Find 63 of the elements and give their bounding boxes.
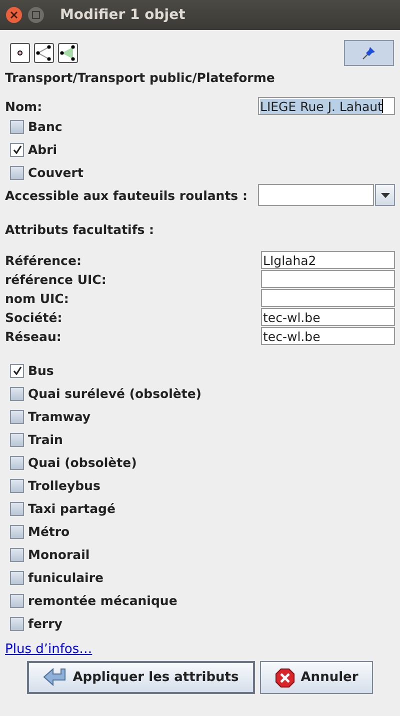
node-icon[interactable] [10, 43, 30, 63]
checkbox-label: ferry [28, 616, 62, 631]
name-field[interactable]: LIEGE Rue J. Lahaut [258, 97, 395, 115]
close-button[interactable] [6, 7, 22, 23]
checkbox-label: Monorail [28, 547, 90, 562]
checkbox[interactable] [10, 456, 24, 470]
checkbox-label: Bus [28, 363, 54, 378]
close-icon [10, 11, 18, 19]
cancel-button[interactable]: Annuler [260, 661, 374, 694]
field-label: Réseau: [5, 328, 62, 344]
more-info-link[interactable]: Plus d’infos… [5, 642, 92, 657]
checkbox-label: Métro [28, 524, 70, 539]
checkbox[interactable] [10, 524, 24, 538]
pushpin-icon [361, 45, 377, 61]
checkbox-label: Train [28, 432, 63, 447]
pin-button[interactable] [344, 40, 394, 66]
checkbox[interactable] [10, 364, 24, 378]
checkbox[interactable] [10, 502, 24, 516]
text-field[interactable] [261, 289, 395, 307]
checkbox[interactable] [10, 142, 24, 156]
field-label: référence UIC: [5, 272, 106, 286]
checkbox[interactable] [10, 616, 24, 630]
checkbox[interactable] [10, 570, 24, 584]
checkbox-label: Taxi partagé [28, 501, 116, 516]
checkbox[interactable] [10, 386, 24, 400]
way-icon[interactable] [34, 43, 54, 63]
checkbox-label: Trolleybus [28, 478, 100, 493]
checkbox-label: Abri [28, 142, 58, 157]
checkbox[interactable] [10, 594, 24, 608]
section-heading: Attributs facultatifs : [5, 222, 156, 237]
area-icon[interactable] [58, 43, 78, 63]
checkbox[interactable] [10, 548, 24, 562]
checkbox[interactable] [10, 478, 24, 492]
checkbox[interactable] [10, 120, 24, 134]
dropdown-button[interactable] [375, 184, 395, 206]
field-label: Nom: [5, 98, 42, 114]
checkbox[interactable] [10, 432, 24, 446]
checkbox[interactable] [10, 166, 24, 180]
maximize-icon [32, 11, 40, 19]
field-label: Accessible aux fauteuils roulants : [5, 188, 248, 202]
cancel-icon [274, 668, 295, 688]
dropdown-field[interactable] [258, 184, 374, 206]
field-label: nom UIC: [5, 290, 69, 306]
field-label: Référence: [5, 252, 82, 268]
text-field[interactable]: tec-wl.be [261, 308, 395, 326]
checkbox-label: funiculaire [28, 570, 104, 585]
return-arrow-icon [42, 668, 67, 688]
caret-icon [380, 192, 390, 198]
checkbox-label: Tramway [28, 409, 91, 424]
window-title: Modifier 1 objet [60, 7, 186, 23]
checkbox-label: Couvert [28, 165, 84, 180]
text-field[interactable]: LIglaha2 [261, 251, 395, 269]
checkbox-label: Banc [28, 119, 62, 134]
text-field[interactable]: tec-wl.be [261, 327, 395, 345]
checkbox-label: Quai surélevé (obsolète) [28, 386, 202, 401]
checkbox[interactable] [10, 410, 24, 424]
apply-button[interactable]: Appliquer les attributs [26, 661, 255, 694]
maximize-button[interactable] [28, 7, 44, 23]
checkbox-label: Quai (obsolète) [28, 455, 137, 470]
text-field[interactable] [261, 270, 395, 288]
checkbox-label: remontée mécanique [28, 593, 178, 608]
preset-path: Transport/Transport public/Plateforme [5, 70, 276, 85]
field-label: Société: [5, 310, 62, 324]
